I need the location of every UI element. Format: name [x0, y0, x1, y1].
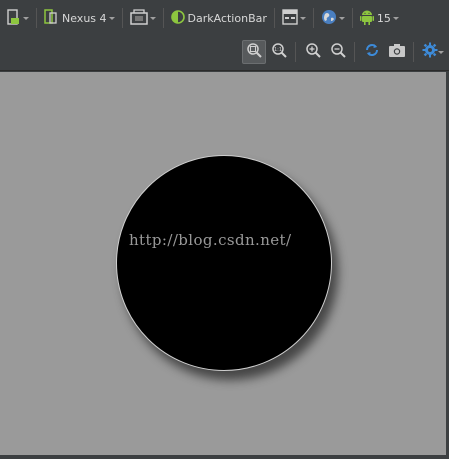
toolbar-separator — [413, 42, 414, 62]
orientation-icon — [129, 8, 148, 28]
layout-editor-toolbar: Nexus 4 DarkActionBar 15 1:1 — [0, 0, 449, 71]
activity-dropdown[interactable] — [279, 6, 309, 30]
toolbar-row-config: Nexus 4 DarkActionBar 15 — [2, 4, 402, 32]
actual-size-button[interactable]: 1:1 — [267, 40, 291, 64]
zoom-out-icon — [330, 42, 346, 62]
toolbar-separator — [121, 8, 123, 28]
black-circle — [116, 155, 332, 371]
screenshot-icon — [388, 42, 406, 62]
toolbar-separator — [351, 8, 353, 28]
circle-view[interactable] — [116, 155, 338, 380]
toolbar-separator — [162, 8, 164, 28]
zoom-out-button[interactable] — [326, 40, 350, 64]
chevron-down-icon — [338, 17, 345, 20]
zoom-in-button[interactable] — [301, 40, 325, 64]
device-dropdown[interactable] — [2, 6, 32, 30]
chevron-down-icon — [108, 17, 115, 20]
settings-button[interactable] — [419, 40, 447, 64]
api-level-dropdown[interactable]: 15 — [357, 6, 402, 30]
refresh-icon — [364, 42, 380, 62]
canvas-bottom-border — [0, 455, 446, 459]
chevron-down-icon — [438, 51, 444, 54]
chevron-down-icon — [392, 17, 399, 20]
nexus-device-dropdown[interactable]: Nexus 4 — [41, 6, 118, 30]
theme-label: DarkActionBar — [187, 11, 267, 25]
layout-preview-canvas[interactable] — [0, 72, 446, 455]
zoom-to-fit-button[interactable] — [242, 40, 266, 64]
toolbar-separator — [273, 8, 275, 28]
phone-icon — [44, 8, 58, 28]
zoom-in-icon — [305, 42, 321, 62]
zoom-to-fit-icon — [246, 42, 262, 62]
toolbar-separator — [295, 42, 296, 62]
theme-dropdown[interactable]: DarkActionBar — [168, 6, 270, 30]
activity-layout-icon — [282, 8, 298, 28]
refresh-button[interactable] — [360, 40, 384, 64]
actual-size-icon: 1:1 — [271, 42, 287, 62]
api-level-label: 15 — [376, 11, 391, 25]
chevron-down-icon — [149, 17, 156, 20]
toolbar-row-zoom: 1:1 — [241, 38, 447, 66]
locale-globe-icon — [321, 9, 337, 28]
orientation-dropdown[interactable] — [127, 6, 159, 30]
theme-icon — [170, 9, 185, 27]
device-icon — [5, 8, 21, 28]
device-label: Nexus 4 — [62, 11, 107, 25]
chevron-down-icon — [23, 17, 29, 20]
locale-dropdown[interactable] — [318, 6, 348, 30]
toolbar-separator — [354, 42, 355, 62]
svg-text:1:1: 1:1 — [274, 47, 282, 53]
chevron-down-icon — [299, 17, 306, 20]
screenshot-button[interactable] — [385, 40, 409, 64]
toolbar-separator — [36, 8, 37, 28]
settings-gear-icon — [422, 42, 438, 62]
toolbar-separator — [312, 8, 314, 28]
watermark-text: http://blog.csdn.net/ — [129, 231, 292, 249]
android-icon — [359, 9, 374, 28]
